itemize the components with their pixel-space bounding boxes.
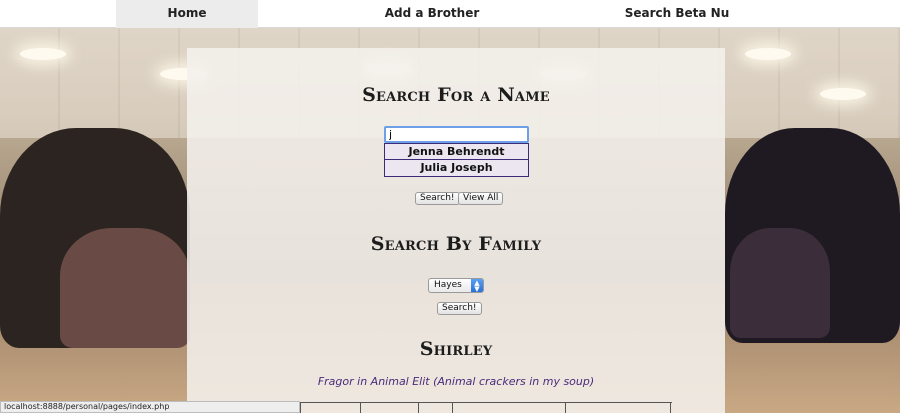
family-select[interactable]: Hayes ▲ ▼ xyxy=(428,278,484,293)
crowd-left-front xyxy=(60,228,190,348)
results-table-edge xyxy=(300,402,672,413)
autocomplete-item[interactable]: Julia Joseph xyxy=(385,160,528,176)
family-select-value: Hayes xyxy=(434,280,462,290)
search-name-button[interactable]: Search! xyxy=(415,192,460,205)
table-cell xyxy=(418,403,452,413)
ceiling-light xyxy=(745,48,791,60)
table-cell xyxy=(360,403,418,413)
top-nav: Home Add a Brother Search Beta Nu xyxy=(0,0,900,28)
ceiling-light xyxy=(20,48,66,60)
result-name: Shirley xyxy=(419,338,493,360)
view-all-button[interactable]: View All xyxy=(458,192,504,205)
ceiling-light xyxy=(820,88,866,100)
autocomplete-item[interactable]: Jenna Behrendt xyxy=(385,144,528,160)
crowd-right-front xyxy=(730,228,830,338)
nav-home[interactable]: Home xyxy=(116,0,258,28)
search-family-button[interactable]: Search! xyxy=(437,302,482,315)
result-detail: Fragor in Animal Elit (Animal crackers i… xyxy=(317,375,595,388)
name-search-input[interactable] xyxy=(384,126,529,143)
nav-add-brother[interactable]: Add a Brother xyxy=(258,0,606,28)
search-name-heading: Search For a Name xyxy=(362,84,550,106)
table-cell xyxy=(300,403,360,413)
table-cell xyxy=(565,403,671,413)
search-family-heading: Search By Family xyxy=(370,233,542,255)
autocomplete-list: Jenna Behrendt Julia Joseph xyxy=(384,143,529,177)
table-cell xyxy=(452,403,565,413)
search-panel: Search For a Name Jenna Behrendt Julia J… xyxy=(187,48,725,413)
status-bar-url: localhost:8888/personal/pages/index.php xyxy=(0,401,300,413)
chevron-updown-icon: ▲ ▼ xyxy=(471,279,483,293)
nav-search-beta-nu[interactable]: Search Beta Nu xyxy=(606,0,748,28)
